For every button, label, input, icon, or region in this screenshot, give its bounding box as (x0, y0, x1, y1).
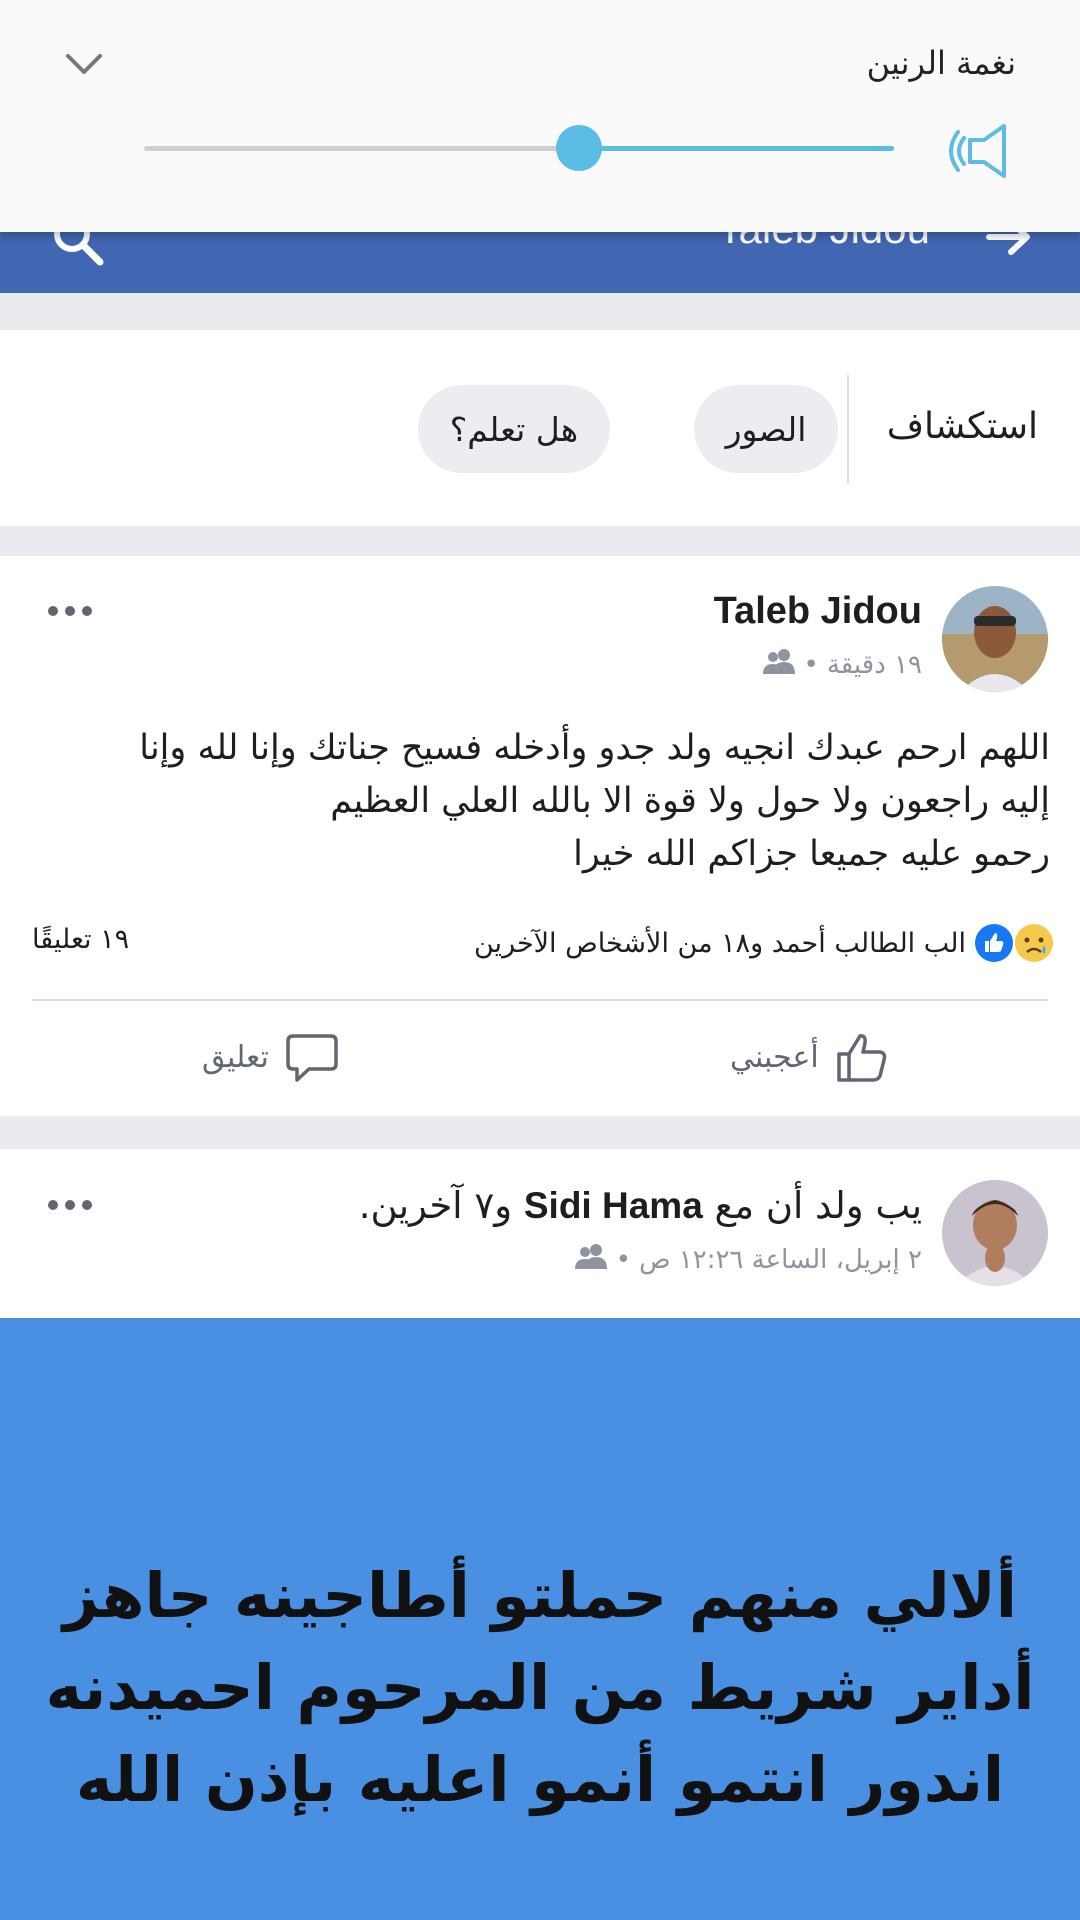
friends-icon (762, 648, 796, 681)
volume-slider-thumb[interactable] (556, 125, 602, 171)
post-body-line: رحمو عليه جميعا جزاكم الله خيرا (573, 834, 1050, 874)
comment-icon (286, 1034, 338, 1082)
reaction-icons (974, 923, 1054, 963)
sad-reaction-icon (1015, 924, 1053, 962)
like-label: أعجبني (730, 1039, 819, 1075)
post-meta: ٢ إبريل، الساعة ١٢:٢٦ ص • (574, 1243, 922, 1276)
comment-label: تعليق (202, 1039, 269, 1075)
friends-icon (574, 1243, 608, 1276)
post-background-line: اندور انتمو أنمو اعليه بإذن الله (75, 1743, 1005, 1816)
more-options-icon[interactable] (47, 602, 93, 616)
post-title-suffix[interactable]: و٧ آخرين. (359, 1184, 512, 1227)
chevron-down-icon[interactable] (62, 48, 106, 78)
reactions-text: الب الطالب أحمد و١٨ من الأشخاص الآخرين (474, 927, 966, 959)
post-title: يب ولد أن مع Sidi Hama و٧ آخرين. (359, 1184, 922, 1227)
post-time: ١٩ دقيقة (826, 649, 922, 680)
post-background-line: ألالي منهم حملتو أطاجينه جاهز (62, 1559, 1018, 1632)
like-button[interactable]: أعجبني (730, 1030, 889, 1084)
speaker-icon[interactable] (940, 118, 1010, 184)
volume-panel (0, 0, 1080, 232)
post-author[interactable]: Taleb Jidou (714, 590, 922, 633)
avatar[interactable] (942, 1180, 1048, 1286)
comment-button[interactable]: تعليق (202, 1030, 339, 1084)
more-options-icon[interactable] (47, 1196, 93, 1210)
comments-count[interactable]: ١٩ تعليقًا (32, 924, 129, 955)
divider (32, 999, 1048, 1001)
chip-photos[interactable]: الصور (694, 385, 838, 473)
like-icon (836, 1034, 886, 1082)
chip-did-you-know[interactable]: هل تعلم؟ (418, 385, 610, 473)
tagged-person[interactable]: Sidi Hama (524, 1185, 703, 1226)
post-background-text: ألالي منهم حملتو أطاجينه جاهز أداير شريط… (40, 1550, 1040, 1826)
explore-label: استكشاف (886, 406, 1038, 447)
avatar[interactable] (942, 586, 1048, 692)
meta-separator: • (803, 649, 819, 680)
like-reaction-icon (975, 924, 1013, 962)
ringtone-label: نغمة الرنين (866, 44, 1016, 82)
explore-divider (847, 375, 849, 483)
post-title-prefix[interactable]: يب ولد أن مع (715, 1184, 922, 1227)
post-meta: ١٩ دقيقة • (762, 648, 922, 681)
post-time: ٢ إبريل، الساعة ١٢:٢٦ ص (639, 1244, 922, 1275)
meta-separator: • (615, 1244, 632, 1275)
post-body-line: اللهم ارحم عبدك انجيه ولد جدو وأدخله فسي… (139, 728, 1050, 768)
post-body-line: إليه راجعون ولا حول ولا قوة الا بالله ال… (330, 781, 1050, 821)
reactions-summary[interactable]: الب الطالب أحمد و١٨ من الأشخاص الآخرين (474, 920, 1054, 966)
volume-slider-fill (579, 146, 894, 151)
post-body: اللهم ارحم عبدك انجيه ولد جدو وأدخله فسي… (30, 722, 1050, 881)
post-background-line: أداير شريط من المرحوم احميدنه (45, 1651, 1035, 1724)
